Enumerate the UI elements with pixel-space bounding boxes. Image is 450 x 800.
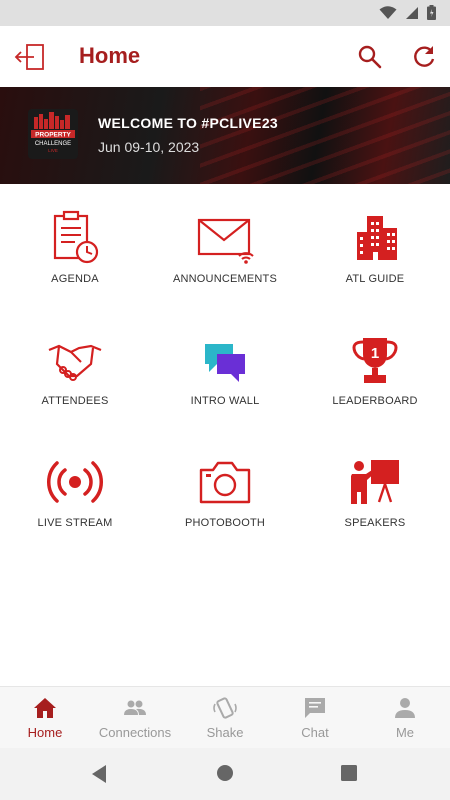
wifi-icon [379,5,397,19]
event-banner[interactable]: PROPERTY CHALLENGE LIVE WELCOME TO #PCLI… [0,87,450,184]
announcements-icon [197,218,254,264]
logo-text-challenge: CHALLENGE [35,141,71,147]
tile-live-stream[interactable]: LIVE STREAM [0,444,150,554]
camera-icon [199,461,251,504]
shake-icon [213,697,237,719]
tile-label: ATL GUIDE [345,273,405,285]
presenter-icon [351,460,399,504]
agenda-icon [53,210,99,264]
trophy-icon: 1 [352,338,398,383]
tile-attendees[interactable]: ATTENDEES [0,322,150,432]
people-icon [124,700,146,715]
page-title: Home [79,43,141,68]
tile-intro-wall[interactable]: INTRO WALL [150,322,300,432]
status-bar [0,0,450,26]
exit-icon[interactable] [14,42,46,72]
person-icon [395,698,415,718]
nav-home[interactable]: Home [0,687,90,749]
home-icon [34,698,56,718]
refresh-icon[interactable] [410,43,438,71]
banner-title: WELCOME TO #PCLIVE23 [98,115,278,131]
signal-icon [406,6,418,19]
bottom-navigation: Home Connections Shake Chat Me [0,686,450,748]
broadcast-icon [47,461,103,503]
svg-text:1: 1 [371,345,379,362]
nav-me[interactable]: Me [360,687,450,749]
tile-leaderboard[interactable]: 1 LEADERBOARD [300,322,450,432]
system-navigation-bar [0,748,450,800]
logo-text-property: PROPERTY [35,132,71,139]
nav-chat[interactable]: Chat [270,687,360,749]
app-bar: Home [0,26,450,88]
handshake-icon [48,344,102,381]
tile-photobooth[interactable]: PHOTOBOOTH [150,444,300,554]
event-logo: PROPERTY CHALLENGE LIVE [28,109,78,159]
tile-label: ATTENDEES [41,395,109,407]
tile-label: LEADERBOARD [332,395,418,407]
nav-connections[interactable]: Connections [90,687,180,749]
search-icon[interactable] [356,43,384,71]
nav-label: Home [27,725,63,740]
tile-label: LIVE STREAM [37,517,113,529]
chat-icon [305,698,325,718]
nav-shake[interactable]: Shake [180,687,270,749]
nav-label: Shake [206,725,244,740]
tile-label: ANNOUNCEMENTS [172,273,278,285]
banner-date: Jun 09-10, 2023 [98,139,200,155]
battery-icon [427,5,436,20]
city-guide-icon [357,216,397,260]
nav-label: Connections [98,725,172,740]
tile-agenda[interactable]: AGENDA [0,200,150,310]
tile-label: PHOTOBOOTH [184,517,266,529]
logo-text-live: LIVE [48,148,58,153]
tile-announcements[interactable]: ANNOUNCEMENTS [150,200,300,310]
back-icon[interactable] [90,764,108,784]
chat-bubbles-icon [205,344,245,382]
recents-icon[interactable] [341,765,357,781]
tile-atl-guide[interactable]: ATL GUIDE [300,200,450,310]
tile-speakers[interactable]: SPEAKERS [300,444,450,554]
tile-label: SPEAKERS [344,517,406,529]
tile-label: AGENDA [51,273,99,285]
tile-label: INTRO WALL [190,395,260,407]
nav-label: Chat [301,725,329,740]
home-button-icon[interactable] [216,764,234,782]
nav-label: Me [395,725,415,740]
